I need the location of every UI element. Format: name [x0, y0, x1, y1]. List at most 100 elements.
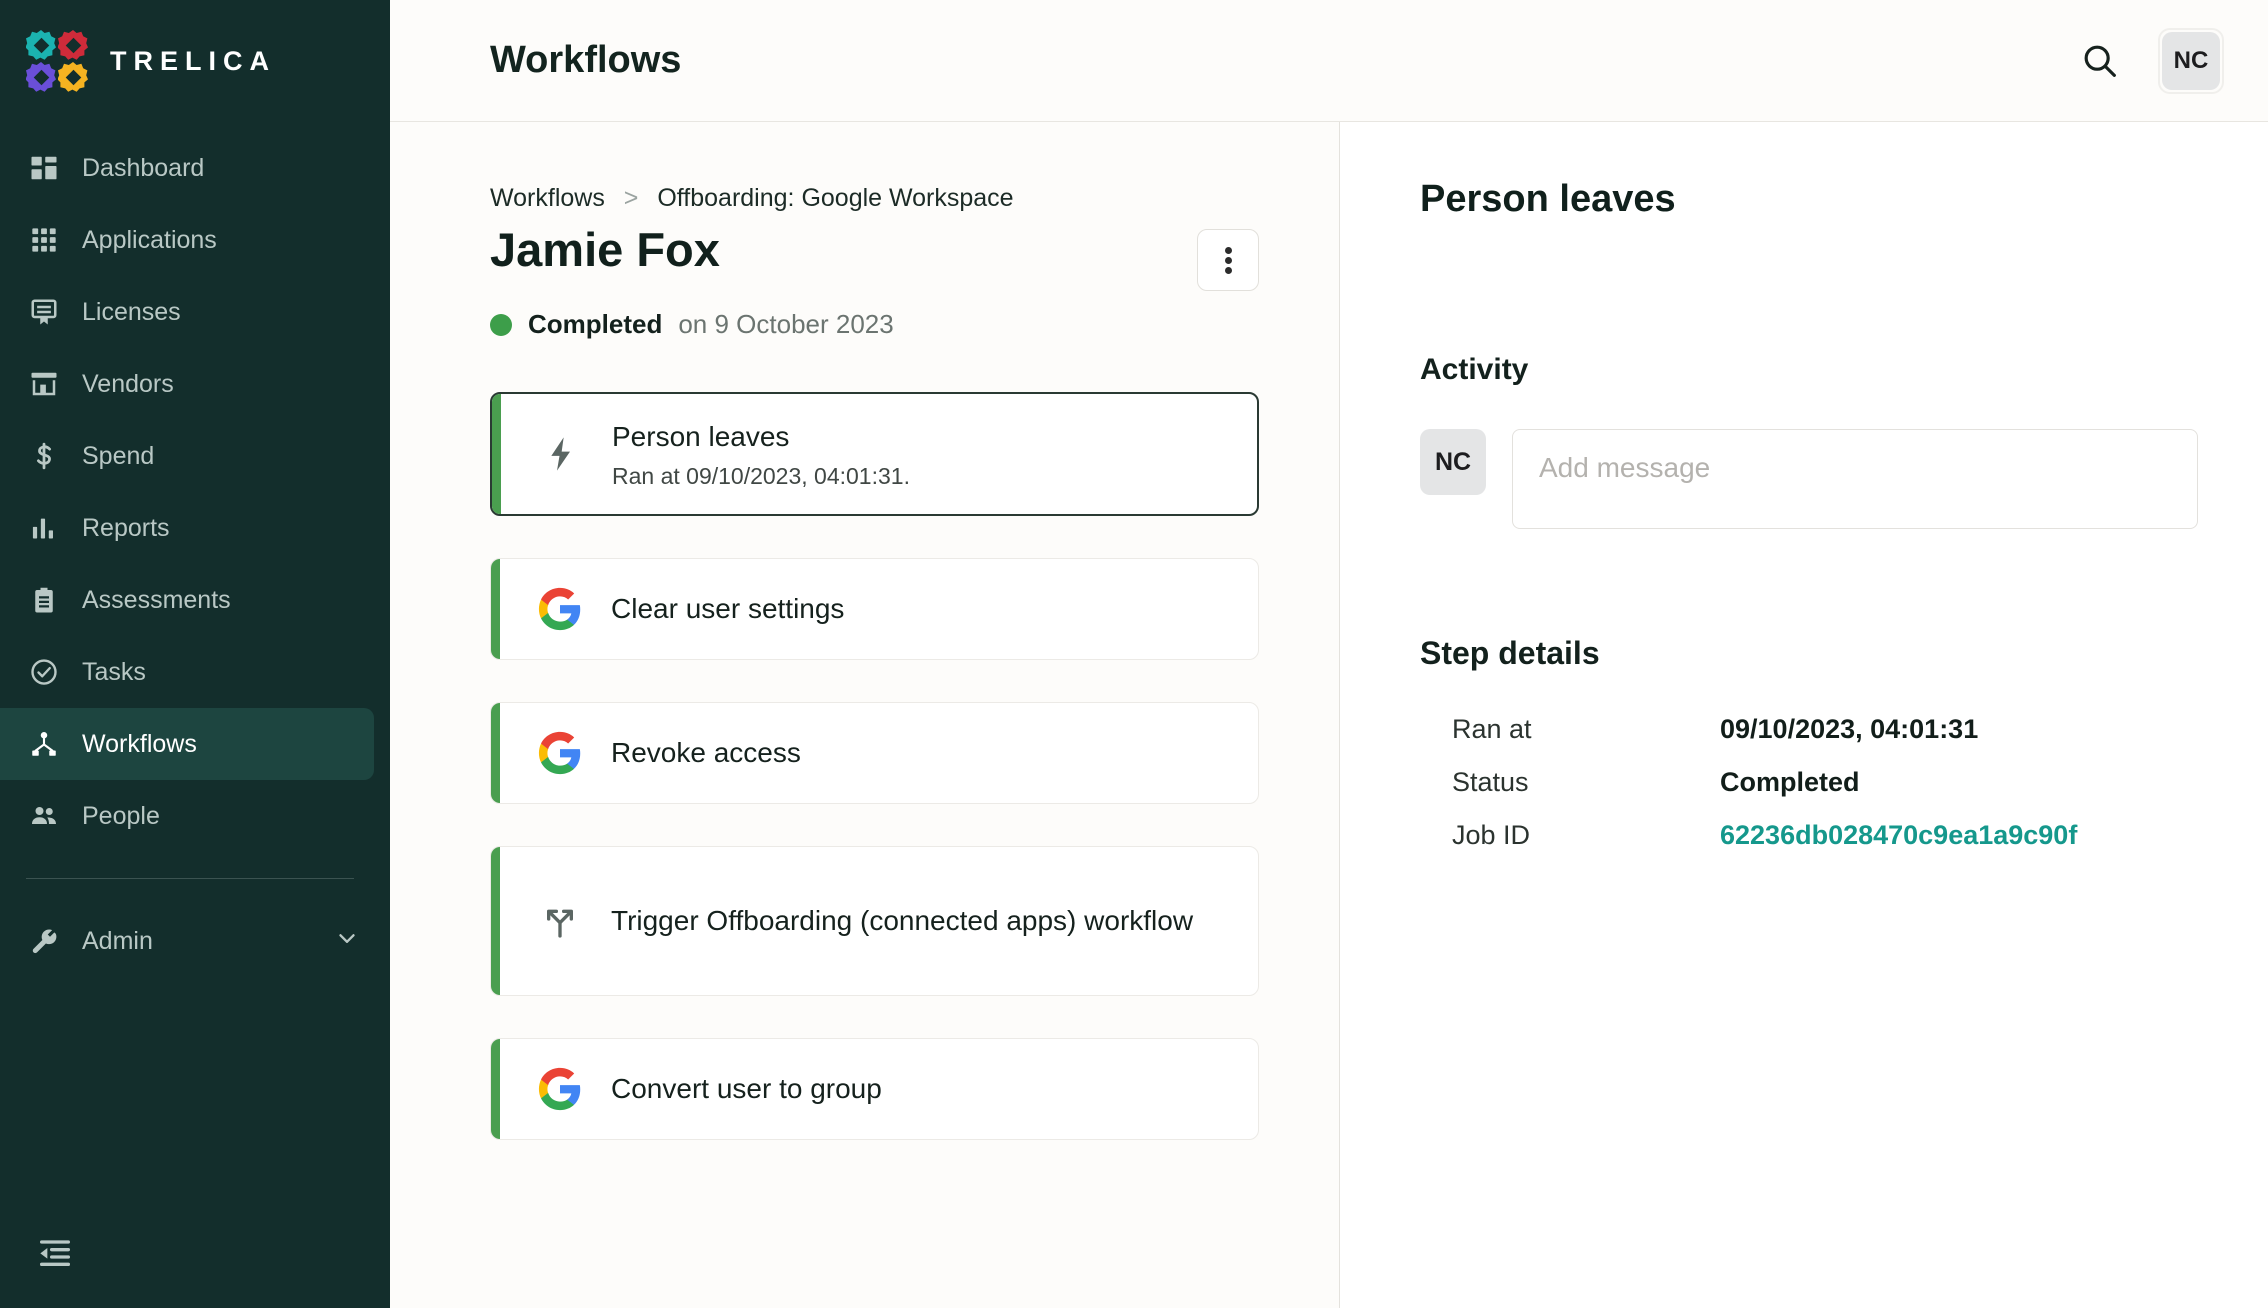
top-bar: Workflows NC [390, 0, 2268, 122]
chevron-down-icon[interactable] [334, 925, 360, 958]
step-details-heading: Step details [1420, 635, 1600, 671]
step-subtitle: Ran at 09/10/2023, 04:01:31. [612, 463, 910, 490]
lightning-bolt-icon [532, 434, 590, 474]
workflow-step-card[interactable]: Revoke access [490, 702, 1259, 804]
breadcrumb: Workflows > Offboarding: Google Workspac… [490, 184, 1259, 213]
logo-tile-teal [26, 30, 56, 60]
user-avatar-button[interactable]: NC [2158, 27, 2224, 94]
step-name: Revoke access [611, 737, 801, 769]
storefront-icon [28, 368, 60, 400]
check-circle-icon [28, 656, 60, 688]
step-name: Person leaves [612, 420, 790, 452]
sidebar-item-licenses[interactable]: Licenses [0, 276, 374, 348]
status-date: on 9 October 2023 [678, 309, 894, 339]
people-icon [28, 800, 60, 832]
dollar-icon [28, 440, 60, 472]
step-status-bar [491, 703, 500, 803]
step-name: Trigger Offboarding (connected apps) wor… [611, 905, 1194, 937]
job-id-link[interactable]: 62236db028470c9ea1a9c90f [1720, 820, 2077, 851]
breadcrumb-root[interactable]: Workflows [490, 184, 605, 212]
google-icon [531, 586, 589, 632]
add-message-input[interactable]: Add message [1512, 429, 2198, 529]
step-text: Revoke access [611, 734, 801, 772]
sidebar-item-label: Dashboard [82, 153, 205, 182]
detail-label: Status [1452, 767, 1529, 797]
dashboard-icon [28, 152, 60, 184]
logo-tile-yellow [58, 62, 88, 92]
step-detail-pane: Person leaves Activity NC Add message St… [1340, 122, 2268, 1308]
detail-label: Ran at [1452, 714, 1532, 744]
step-text: Convert user to group [611, 1070, 882, 1108]
logo-tile-red [58, 30, 88, 60]
status-line: Completed on 9 October 2023 [490, 309, 1259, 340]
detail-value: Completed [1720, 767, 1860, 797]
sidebar-item-label: Admin [82, 926, 153, 955]
record-title-row: Jamie Fox [490, 223, 1259, 291]
sidebar-item-label: Workflows [82, 729, 197, 758]
brand-logo[interactable]: TRELICA [0, 0, 390, 122]
step-status-bar [491, 559, 500, 659]
sidebar-item-label: People [82, 801, 160, 830]
detail-row: Status Completed [1420, 767, 2198, 798]
sidebar-item-admin[interactable]: Admin [0, 905, 390, 977]
breadcrumb-current[interactable]: Offboarding: Google Workspace [657, 184, 1013, 212]
sidebar-item-label: Spend [82, 441, 155, 470]
google-icon [531, 730, 589, 776]
kebab-menu-icon[interactable] [1197, 229, 1259, 291]
sidebar-divider [26, 878, 354, 879]
workflow-step-card[interactable]: Convert user to group [490, 1038, 1259, 1140]
logo-tile-purple [26, 62, 56, 92]
page-title: Workflows [490, 39, 682, 81]
workflow-step-card[interactable]: Clear user settings [490, 558, 1259, 660]
search-icon[interactable] [2072, 33, 2128, 89]
sidebar-item-label: Tasks [82, 657, 146, 686]
sidebar-item-dashboard[interactable]: Dashboard [0, 132, 374, 204]
step-status-bar [492, 394, 501, 514]
branch-arrow-icon [531, 901, 589, 941]
detail-row: Ran at 09/10/2023, 04:01:31 [1420, 714, 2198, 745]
license-certificate-icon [28, 296, 60, 328]
sidebar-item-applications[interactable]: Applications [0, 204, 374, 276]
breadcrumb-separator: > [623, 184, 639, 212]
apps-grid-icon [28, 224, 60, 256]
panes: Workflows > Offboarding: Google Workspac… [390, 122, 2268, 1308]
google-icon [531, 1066, 589, 1112]
sidebar-item-reports[interactable]: Reports [0, 492, 374, 564]
trelica-logo-icon [26, 30, 88, 92]
step-text: Person leaves Ran at 09/10/2023, 04:01:3… [612, 418, 910, 491]
workflow-step-card[interactable]: Trigger Offboarding (connected apps) wor… [490, 846, 1259, 996]
sidebar-item-assessments[interactable]: Assessments [0, 564, 374, 636]
step-text: Trigger Offboarding (connected apps) wor… [611, 902, 1193, 940]
sidebar-item-tasks[interactable]: Tasks [0, 636, 374, 708]
workflow-step-card[interactable]: Person leaves Ran at 09/10/2023, 04:01:3… [490, 392, 1259, 516]
sidebar-item-label: Vendors [82, 369, 174, 398]
sidebar-item-label: Applications [82, 225, 217, 254]
detail-value: 09/10/2023, 04:01:31 [1720, 714, 1979, 744]
step-name: Clear user settings [611, 593, 845, 625]
bar-chart-icon [28, 512, 60, 544]
step-text: Clear user settings [611, 590, 844, 628]
workflow-run-pane: Workflows > Offboarding: Google Workspac… [390, 122, 1340, 1308]
step-details-table: Ran at 09/10/2023, 04:01:31 Status Compl… [1420, 714, 2198, 851]
sidebar-item-vendors[interactable]: Vendors [0, 348, 374, 420]
workflow-node-icon [28, 728, 60, 760]
wrench-icon [28, 925, 60, 957]
step-detail-title: Person leaves [1420, 178, 1676, 220]
record-title: Jamie Fox [490, 223, 720, 276]
activity-avatar: NC [1420, 429, 1486, 495]
avatar: NC [2162, 31, 2220, 90]
sidebar-item-workflows[interactable]: Workflows [0, 708, 374, 780]
step-status-bar [491, 1039, 500, 1139]
main-content: Workflows NC Workflows > Offboarding: Go… [390, 0, 2268, 1308]
status-badge [490, 313, 512, 336]
clipboard-icon [28, 584, 60, 616]
activity-heading: Activity [1420, 353, 1529, 386]
activity-composer: NC Add message [1420, 429, 2198, 529]
collapse-sidebar-icon[interactable] [34, 1232, 76, 1274]
sidebar-item-label: Reports [82, 513, 170, 542]
sidebar-item-spend[interactable]: Spend [0, 420, 374, 492]
sidebar-nav: Dashboard Applications Licenses Vendors … [0, 122, 390, 977]
status-label: Completed [528, 309, 663, 339]
sidebar-item-people[interactable]: People [0, 780, 374, 852]
step-name: Convert user to group [611, 1073, 882, 1105]
